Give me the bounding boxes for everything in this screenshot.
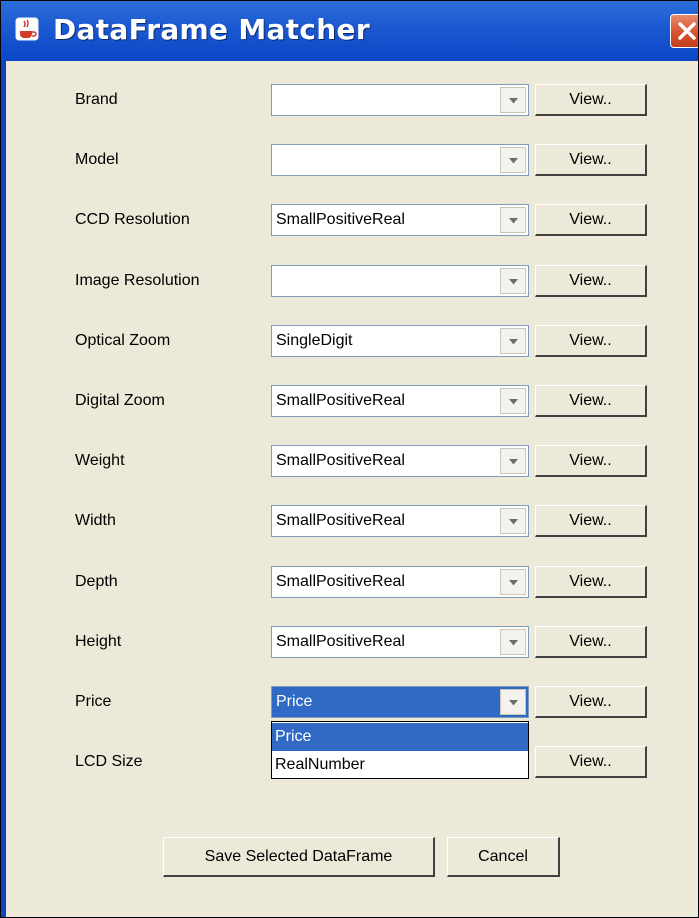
- price-combo-value: Price: [276, 693, 313, 710]
- ccd-resolution-label: CCD Resolution: [75, 211, 190, 228]
- chevron-down-icon: [509, 580, 518, 586]
- ccd-resolution-view-button[interactable]: View..: [535, 204, 647, 236]
- chevron-down-icon: [509, 218, 518, 224]
- lcd-size-view-button[interactable]: View..: [535, 746, 647, 778]
- price-combo-arrow[interactable]: [500, 689, 526, 715]
- weight-view-button[interactable]: View..: [535, 445, 647, 477]
- weight-combo-value: SmallPositiveReal: [276, 452, 405, 469]
- height-combo-value: SmallPositiveReal: [276, 633, 405, 650]
- image-resolution-combo[interactable]: [271, 265, 529, 297]
- width-combo[interactable]: SmallPositiveReal: [271, 505, 529, 537]
- digital-zoom-view-button[interactable]: View..: [535, 385, 647, 417]
- depth-combo-value: SmallPositiveReal: [276, 573, 405, 590]
- height-label: Height: [75, 633, 122, 650]
- price-view-button[interactable]: View..: [535, 686, 647, 718]
- image-resolution-combo-arrow[interactable]: [500, 268, 526, 294]
- depth-combo[interactable]: SmallPositiveReal: [271, 566, 529, 598]
- brand-combo-arrow[interactable]: [500, 87, 526, 113]
- price-label: Price: [75, 693, 112, 710]
- digital-zoom-combo-value: SmallPositiveReal: [276, 392, 405, 409]
- width-view-button[interactable]: View..: [535, 505, 647, 537]
- chevron-down-icon: [509, 98, 518, 104]
- height-combo-arrow[interactable]: [500, 629, 526, 655]
- chevron-down-icon: [509, 399, 518, 405]
- digital-zoom-label: Digital Zoom: [75, 392, 165, 409]
- price-combo[interactable]: Price: [271, 686, 529, 718]
- chevron-down-icon: [509, 700, 518, 706]
- close-x-icon: [678, 22, 696, 40]
- optical-zoom-combo-arrow[interactable]: [500, 328, 526, 354]
- optical-zoom-combo[interactable]: SingleDigit: [271, 325, 529, 357]
- model-combo[interactable]: [271, 144, 529, 176]
- chevron-down-icon: [509, 279, 518, 285]
- dialog-window: DataFrame Matcher Brand View.. Model View..…: [0, 0, 699, 918]
- width-combo-value: SmallPositiveReal: [276, 512, 405, 529]
- optical-zoom-label: Optical Zoom: [75, 332, 171, 349]
- width-combo-arrow[interactable]: [500, 508, 526, 534]
- brand-view-button[interactable]: View..: [535, 84, 647, 116]
- depth-view-button[interactable]: View..: [535, 566, 647, 598]
- save-selected-dataframe-button[interactable]: Save Selected DataFrame: [163, 837, 435, 877]
- title-bar[interactable]: DataFrame Matcher: [1, 1, 698, 61]
- model-label: Model: [75, 151, 119, 168]
- optical-zoom-combo-value: SingleDigit: [276, 332, 353, 349]
- cancel-button[interactable]: Cancel: [447, 837, 560, 877]
- chevron-down-icon: [509, 640, 518, 646]
- window-title: DataFrame Matcher: [53, 13, 370, 46]
- dropdown-option-realnumber[interactable]: RealNumber: [272, 751, 528, 779]
- chevron-down-icon: [509, 459, 518, 465]
- ccd-resolution-combo[interactable]: SmallPositiveReal: [271, 204, 529, 236]
- weight-label: Weight: [75, 452, 125, 469]
- optical-zoom-view-button[interactable]: View..: [535, 325, 647, 357]
- dropdown-option-price[interactable]: Price: [272, 723, 528, 751]
- depth-combo-arrow[interactable]: [500, 569, 526, 595]
- dialog-content: Brand View.. Model View.. CCD Resolution Smal…: [6, 61, 698, 917]
- chevron-down-icon: [509, 519, 518, 525]
- image-resolution-view-button[interactable]: View..: [535, 265, 647, 297]
- ccd-resolution-combo-value: SmallPositiveReal: [276, 211, 405, 228]
- price-dropdown-list[interactable]: Price RealNumber: [271, 721, 529, 779]
- image-resolution-label: Image Resolution: [75, 272, 200, 289]
- height-view-button[interactable]: View..: [535, 626, 647, 658]
- chevron-down-icon: [509, 339, 518, 345]
- model-view-button[interactable]: View..: [535, 144, 647, 176]
- width-label: Width: [75, 512, 116, 529]
- brand-label: Brand: [75, 91, 118, 108]
- ccd-resolution-combo-arrow[interactable]: [500, 207, 526, 233]
- depth-label: Depth: [75, 573, 118, 590]
- chevron-down-icon: [509, 158, 518, 164]
- close-button[interactable]: [670, 14, 698, 48]
- weight-combo[interactable]: SmallPositiveReal: [271, 445, 529, 477]
- weight-combo-arrow[interactable]: [500, 448, 526, 474]
- model-combo-arrow[interactable]: [500, 147, 526, 173]
- lcd-size-label: LCD Size: [75, 753, 143, 770]
- digital-zoom-combo-arrow[interactable]: [500, 388, 526, 414]
- height-combo[interactable]: SmallPositiveReal: [271, 626, 529, 658]
- java-cup-icon: [15, 17, 39, 41]
- digital-zoom-combo[interactable]: SmallPositiveReal: [271, 385, 529, 417]
- brand-combo[interactable]: [271, 84, 529, 116]
